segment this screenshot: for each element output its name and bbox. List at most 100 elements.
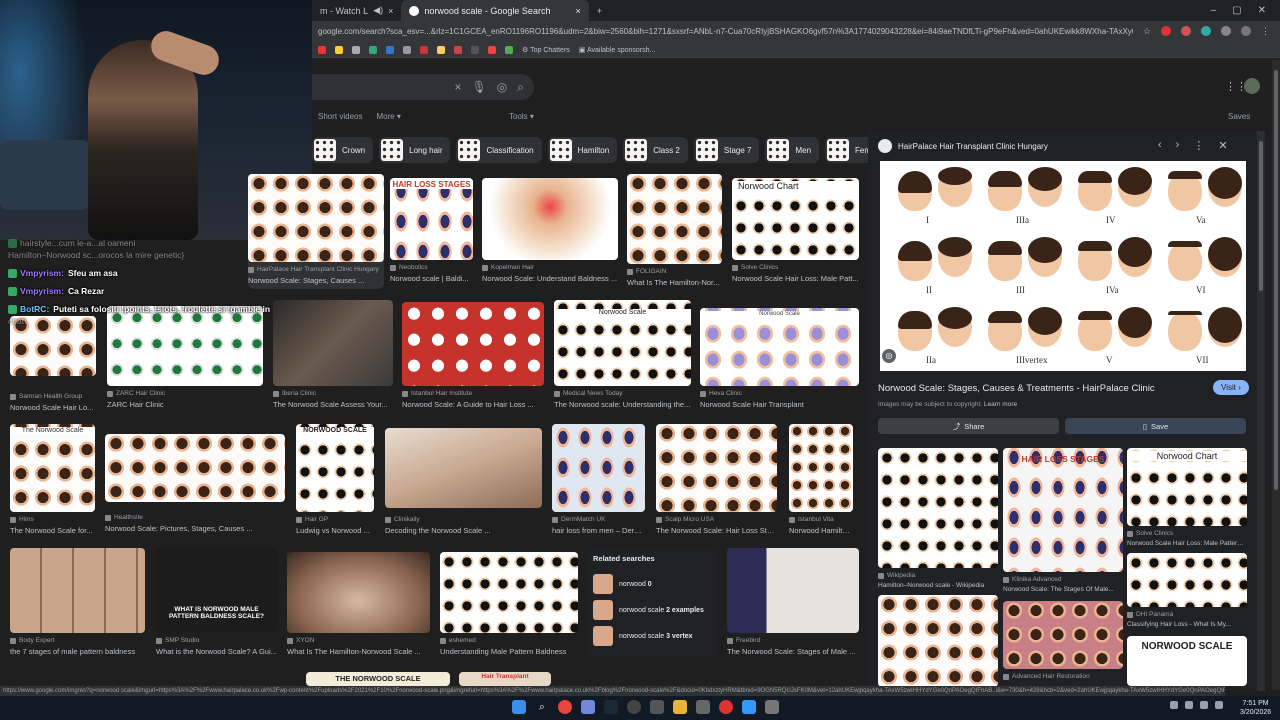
camera-icon[interactable]: ◎ (497, 80, 507, 94)
result-caption[interactable]: Norwood Scale: A Guide to Hair Loss ... (402, 400, 544, 409)
bookmark-icon[interactable] (420, 45, 428, 54)
result-card[interactable]: Norwood Chart Solve Clinics Norwood Scal… (732, 178, 859, 283)
scrollbar-thumb[interactable] (1274, 70, 1278, 490)
bookmark-icon[interactable] (318, 45, 326, 54)
app-icon[interactable] (650, 700, 664, 714)
clear-icon[interactable]: × (455, 80, 462, 94)
minimize-icon[interactable]: – (1211, 5, 1217, 16)
result-image[interactable] (287, 552, 430, 633)
result-caption[interactable]: Understanding Male Pattern Baldness (440, 647, 578, 656)
search-icon[interactable]: ⌕ (517, 80, 524, 95)
save-button[interactable]: ▯ Save (1065, 418, 1246, 434)
preview-image[interactable]: I IIIa IV Va II III IVa VI IIa IIIvertex V VII (880, 161, 1246, 371)
result-caption[interactable]: The Norwood Scale for... (10, 526, 95, 535)
result-card[interactable]: THE NORWOOD SCALE (306, 672, 450, 686)
result-image[interactable]: NORWOOD SCALE (1127, 636, 1247, 686)
chip-hamilton[interactable]: Hamilton (547, 137, 618, 163)
result-caption[interactable]: The Norwood Scale: Stages of Male ... (727, 647, 859, 656)
new-tab-button[interactable]: + (589, 0, 610, 21)
result-card[interactable]: Scalp Micro USA The Norwood Scale: Hair … (656, 424, 777, 535)
bookmark-icon[interactable] (369, 45, 377, 54)
result-caption[interactable]: Norwood Scale Hair Loss: Male Patterns..… (1127, 540, 1247, 547)
result-image[interactable] (10, 548, 145, 633)
volume-icon[interactable] (1215, 701, 1223, 709)
address-bar[interactable]: google.com/search?sca_esv=...&rlz=1C1GCE… (312, 21, 1280, 42)
maximize-icon[interactable]: ▢ (1232, 5, 1241, 16)
result-caption[interactable]: Classifying Hair Loss - What Is My... (1127, 621, 1247, 628)
result-image[interactable] (402, 302, 544, 386)
result-caption[interactable]: The Norwood scale: Understanding the... (554, 400, 691, 409)
panel-related-card[interactable]: DHI Panamá Classifying Hair Loss - What … (1127, 553, 1247, 628)
panel-related-card[interactable]: NORWOOD SCALE (1127, 636, 1247, 686)
learn-more-link[interactable]: Learn more (984, 401, 1017, 408)
result-caption[interactable]: the 7 stages of male pattern baldness (10, 647, 145, 656)
result-image[interactable] (878, 448, 998, 568)
bookmark-icon[interactable] (352, 45, 360, 54)
result-caption[interactable]: The Norwood Scale Assess Your... (273, 400, 393, 409)
app-icon[interactable] (765, 700, 779, 714)
result-caption[interactable]: Norwood Scale Hair Lo... (10, 403, 96, 412)
result-card[interactable]: Clinikally Decoding the Norwood Scale ..… (385, 428, 542, 535)
chip-men[interactable]: Men (765, 137, 820, 163)
tab-google-search[interactable]: norwood scale - Google Search × (401, 0, 589, 21)
panel-related-card[interactable] (878, 595, 998, 687)
bookmark-icon[interactable] (488, 45, 496, 54)
prev-icon[interactable]: ‹ (1158, 139, 1162, 152)
next-icon[interactable]: › (1176, 139, 1180, 152)
close-icon[interactable]: ✕ (1218, 139, 1227, 152)
tray-icon[interactable] (1170, 701, 1178, 709)
chip-crown[interactable]: Crown (312, 137, 374, 163)
bookmark-top-chatters[interactable]: ⚙ Top Chatters (522, 46, 570, 54)
app-icon[interactable] (696, 700, 710, 714)
result-caption[interactable]: Norwood Hamilton... (789, 526, 853, 535)
result-image[interactable] (440, 552, 578, 633)
result-card[interactable]: Istanbul Hair Institute Norwood Scale: A… (402, 302, 544, 409)
result-caption[interactable]: Norwood scale | Baldi... (390, 274, 473, 283)
chip-classification[interactable]: Classification (456, 137, 542, 163)
chip-stage-7[interactable]: Stage 7 (693, 137, 760, 163)
obs-icon[interactable] (627, 700, 641, 714)
result-image[interactable] (552, 424, 645, 512)
result-card[interactable]: Istanbul Vita Norwood Hamilton... (789, 424, 853, 535)
avatar[interactable] (1244, 78, 1260, 94)
bookmark-icon[interactable] (505, 45, 513, 54)
result-image[interactable] (482, 178, 618, 260)
result-image[interactable]: The Norwood Scale (10, 424, 95, 512)
result-card[interactable]: Norwood Scale Medical News Today The Nor… (554, 300, 691, 409)
panel-related-card[interactable]: HAIR LOSS STAGES Klinika Advanced Norwoo… (1003, 448, 1123, 593)
result-card[interactable]: Norwood Scale Heva Clinic Norwood Scale … (700, 308, 859, 409)
result-card[interactable]: Healthsite Norwood Scale: Pictures, Stag… (105, 434, 285, 533)
extensions-icon[interactable] (1221, 26, 1231, 36)
extension-icon[interactable] (1201, 26, 1211, 36)
related-item[interactable]: norwood scale 3 vertex (593, 623, 709, 649)
bookmark-icon[interactable] (403, 45, 411, 54)
steam-icon[interactable] (604, 700, 618, 714)
chip-female[interactable]: Female (825, 137, 872, 163)
window-close-icon[interactable]: ✕ (1258, 5, 1266, 16)
discord-icon[interactable] (581, 700, 595, 714)
panel-source[interactable]: HairPalace Hair Transplant Clinic Hungar… (898, 142, 1048, 151)
share-button[interactable]: ⤴ Share (878, 418, 1059, 434)
result-image[interactable]: Hair Transplant (459, 672, 551, 686)
result-image[interactable]: Norwood Chart (732, 178, 859, 260)
result-caption[interactable]: Norwood Scale: Pictures, Stages, Causes … (105, 524, 285, 533)
bookmark-icon[interactable] (386, 45, 394, 54)
mic-icon[interactable]: 🎙 (472, 80, 487, 94)
result-image[interactable]: WHAT IS NORWOOD MALE PATTERN BALDNESS SC… (156, 548, 277, 633)
result-image[interactable]: HAIR LOSS STAGES (390, 178, 473, 260)
result-caption[interactable]: hair loss from men – Derm... (552, 526, 645, 535)
panel-related-card[interactable]: Norwood Chart Solve Clinics Norwood Scal… (1127, 448, 1247, 547)
search-icon[interactable]: ⌕ (535, 700, 549, 714)
scrollbar-thumb[interactable] (1259, 141, 1263, 291)
result-image[interactable] (727, 548, 859, 633)
result-card[interactable]: Freebird The Norwood Scale: Stages of Ma… (727, 548, 859, 656)
profile-icon[interactable] (1241, 26, 1251, 36)
related-item[interactable]: norwood scale 2 examples (593, 597, 709, 623)
result-card[interactable]: DermMatch UK hair loss from men – Derm..… (552, 424, 645, 535)
result-card[interactable]: Body Expert the 7 stages of male pattern… (10, 548, 145, 656)
result-image[interactable]: Norwood Scale (554, 300, 691, 386)
result-card[interactable]: Hair Transplant (459, 672, 551, 686)
result-image[interactable]: HAIR LOSS STAGES (1003, 448, 1123, 572)
result-image[interactable] (1003, 601, 1123, 669)
bookmark-icon[interactable] (335, 45, 343, 54)
